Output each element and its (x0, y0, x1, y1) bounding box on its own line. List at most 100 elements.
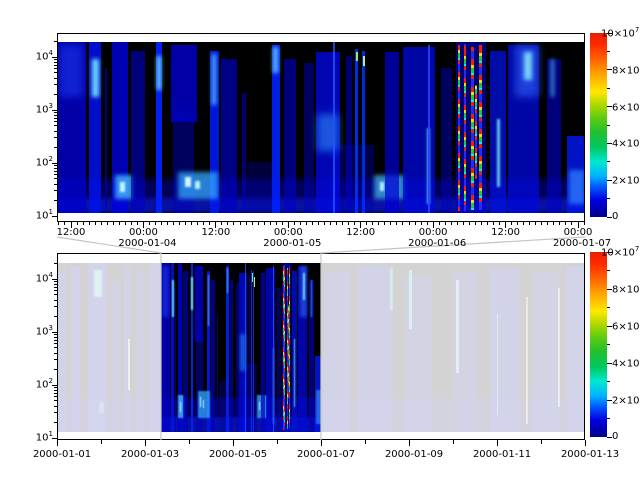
x-tick-time-label: 12:00 (194, 227, 238, 238)
axis-tick (469, 222, 470, 225)
spectral-feature (175, 288, 176, 432)
colorbar-tick-label: 10×107 (601, 246, 639, 258)
spectral-feature (569, 170, 585, 204)
axis-tick (348, 222, 349, 225)
axis-tick (101, 440, 102, 444)
axis-tick (203, 222, 204, 225)
spectral-feature (203, 400, 204, 408)
spectral-feature (247, 162, 273, 213)
spectral-feature (363, 56, 365, 66)
spectral-feature (428, 45, 431, 213)
spectral-feature (333, 42, 335, 213)
spectral-feature (236, 283, 239, 432)
axis-tick (197, 222, 198, 225)
axis-tick (54, 393, 57, 394)
axis-tick (54, 284, 57, 285)
axis-tick (54, 353, 57, 354)
spectral-feature (242, 93, 246, 213)
axis-tick (453, 440, 454, 444)
axis-tick (233, 440, 234, 446)
axis-tick (119, 222, 120, 225)
axis-tick (354, 222, 355, 225)
spectral-feature (497, 119, 500, 187)
spectral-feature (157, 56, 161, 90)
axis-tick (54, 62, 57, 63)
axis-tick (167, 222, 168, 225)
axis-tick (54, 131, 57, 132)
axis-tick (282, 222, 283, 225)
x-tick-time-label: 12:00 (484, 227, 528, 238)
axis-tick (54, 340, 57, 341)
axis-tick (54, 294, 57, 295)
spectral-feature (355, 49, 358, 213)
axis-tick (264, 222, 265, 225)
rainbow-burst-feature (289, 266, 290, 428)
axis-tick (463, 222, 464, 225)
axis-tick (52, 385, 57, 386)
axis-tick (457, 222, 458, 225)
axis-tick (125, 222, 126, 225)
axis-tick (312, 222, 313, 225)
axis-tick (585, 440, 586, 446)
spectral-feature (253, 271, 254, 432)
axis-tick (523, 222, 524, 225)
axis-tick (54, 115, 57, 116)
axis-tick (578, 222, 579, 225)
axis-tick (433, 222, 434, 225)
axis-tick (607, 270, 610, 271)
axis-tick (607, 51, 610, 52)
axis-tick (83, 222, 84, 225)
axis-tick (324, 222, 325, 225)
axis-tick (54, 118, 57, 119)
spectral-feature (385, 52, 399, 213)
spectral-feature (245, 263, 246, 432)
context-highlighted-zoom-region[interactable] (161, 263, 321, 432)
axis-tick (529, 222, 530, 225)
spectral-feature (261, 273, 265, 432)
spectral-feature (317, 114, 339, 152)
axis-tick (52, 438, 57, 439)
axis-tick (107, 222, 108, 225)
spectral-feature (524, 52, 532, 79)
colorbar-tick-label: 8×107 (612, 283, 640, 295)
spectral-feature (185, 177, 190, 187)
axis-tick (179, 222, 180, 225)
axis-tick (276, 222, 277, 225)
spectral-feature (277, 288, 280, 432)
spectral-feature (311, 280, 312, 317)
spectral-feature (217, 314, 218, 432)
axis-tick (258, 222, 259, 225)
axis-tick (481, 222, 482, 225)
axis-tick (54, 337, 57, 338)
context-masked-region-left (57, 263, 161, 432)
colorbar-context (590, 252, 607, 437)
spectral-feature (273, 47, 277, 73)
axis-tick (270, 222, 271, 225)
spectral-feature (230, 280, 234, 432)
axis-tick (54, 178, 57, 179)
axis-tick (54, 334, 57, 335)
axis-tick (54, 65, 57, 66)
x-tick-date-label: 2000-01-13 (555, 449, 625, 460)
axis-tick (54, 190, 57, 191)
axis-tick (336, 222, 337, 225)
axis-tick (54, 263, 57, 264)
axis-tick (54, 184, 57, 185)
spectral-feature (172, 280, 174, 317)
axis-tick (54, 343, 57, 344)
colorbar-tick-label: 2×107 (612, 174, 640, 186)
spectral-feature (273, 266, 274, 432)
spectral-feature (249, 277, 251, 432)
detail-spectrogram-plot-area[interactable] (57, 42, 585, 213)
axis-tick (607, 88, 610, 89)
spectral-feature (105, 68, 108, 213)
axis-tick (145, 440, 146, 446)
axis-tick (54, 400, 57, 401)
axis-tick (54, 78, 57, 79)
spectral-feature (191, 277, 192, 311)
axis-tick (360, 222, 361, 225)
axis-tick (252, 222, 253, 225)
axis-tick (54, 165, 57, 166)
axis-tick (372, 222, 373, 225)
context-spectrogram-plot-area[interactable] (57, 263, 585, 432)
